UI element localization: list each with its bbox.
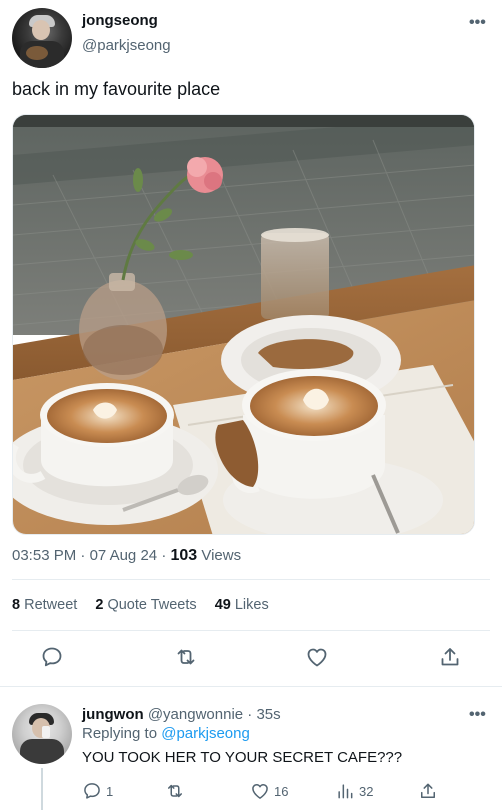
reply-retweet-button[interactable] (165, 780, 189, 802)
divider (12, 579, 490, 580)
tweet-time: 03:53 PM (12, 547, 77, 564)
replying-to: Replying to @parkjseong (82, 725, 250, 742)
like-button[interactable] (303, 643, 331, 671)
heart-icon (252, 784, 268, 799)
share-icon (441, 648, 459, 666)
views-count: 103 (170, 547, 198, 564)
meta-separator: · (80, 547, 90, 564)
reply-reply-button[interactable]: 1 (82, 780, 113, 802)
tweet-meta: 03:53 PM · 07 Aug 24 · 103 Views (12, 547, 241, 565)
replying-mention[interactable]: @parkjseong (161, 725, 250, 742)
reply-views-count: 32 (359, 783, 374, 799)
views-label: Views (201, 547, 242, 564)
retweet-icon (168, 784, 182, 798)
divider (12, 630, 490, 631)
share-icon (421, 783, 435, 798)
retweet-button[interactable] (172, 643, 200, 671)
divider (0, 686, 502, 687)
tweet-text: back in my favourite place (12, 79, 221, 99)
likes-stat[interactable]: 49 Likes (215, 597, 269, 613)
thread-line (41, 768, 43, 810)
views-icon (338, 784, 353, 799)
author-avatar[interactable] (12, 8, 72, 68)
share-button[interactable] (436, 643, 464, 671)
avatar-face (32, 20, 50, 40)
likes-label: Likes (234, 597, 269, 613)
retweet-label: Retweet (24, 597, 78, 613)
likes-count: 49 (214, 597, 231, 613)
reply-views-button[interactable]: 32 (335, 780, 373, 802)
heart-icon (307, 648, 327, 667)
more-icon[interactable]: ••• (469, 15, 486, 31)
reply-share-button[interactable] (418, 780, 442, 802)
cafe-photo-illustration (13, 115, 474, 534)
author-name[interactable]: jongseong (82, 12, 158, 29)
reply-separator: · (247, 706, 253, 723)
retweet-icon (177, 649, 195, 665)
reply-more-icon[interactable]: ••• (469, 707, 486, 723)
reply-icon (84, 783, 100, 799)
reply-author-avatar[interactable] (12, 704, 72, 764)
reply-icon (42, 647, 62, 667)
reply-like-button[interactable]: 16 (250, 780, 288, 802)
reply-like-count: 16 (274, 783, 289, 799)
author-handle[interactable]: @parkjseong (82, 37, 171, 54)
quote-label: Quote Tweets (107, 597, 197, 613)
reply-author-name[interactable]: jungwon (82, 706, 144, 723)
reply-reply-count: 1 (106, 783, 114, 799)
quote-count: 2 (95, 597, 104, 613)
tweet-date: 07 Aug 24 (89, 547, 158, 564)
replying-label: Replying to (82, 725, 158, 742)
tweet-photo[interactable] (12, 114, 475, 535)
retweet-stat[interactable]: 8 Retweet (12, 597, 77, 613)
reply-text: YOU TOOK HER TO YOUR SECRET CAFE??? (82, 749, 403, 766)
quote-stat[interactable]: 2 Quote Tweets (95, 597, 196, 613)
avatar-body (20, 739, 64, 764)
reply-time[interactable]: 35s (256, 706, 280, 723)
reply-button[interactable] (38, 643, 66, 671)
reply-author-handle[interactable]: @yangwonnie (148, 706, 243, 723)
retweet-count: 8 (12, 597, 21, 613)
avatar-guitar (26, 46, 48, 60)
tweet-stats: 8 Retweet 2 Quote Tweets 49 Likes (12, 597, 283, 613)
avatar-phone (42, 726, 50, 738)
reply-header: jungwon @yangwonnie · 35s (82, 706, 281, 723)
